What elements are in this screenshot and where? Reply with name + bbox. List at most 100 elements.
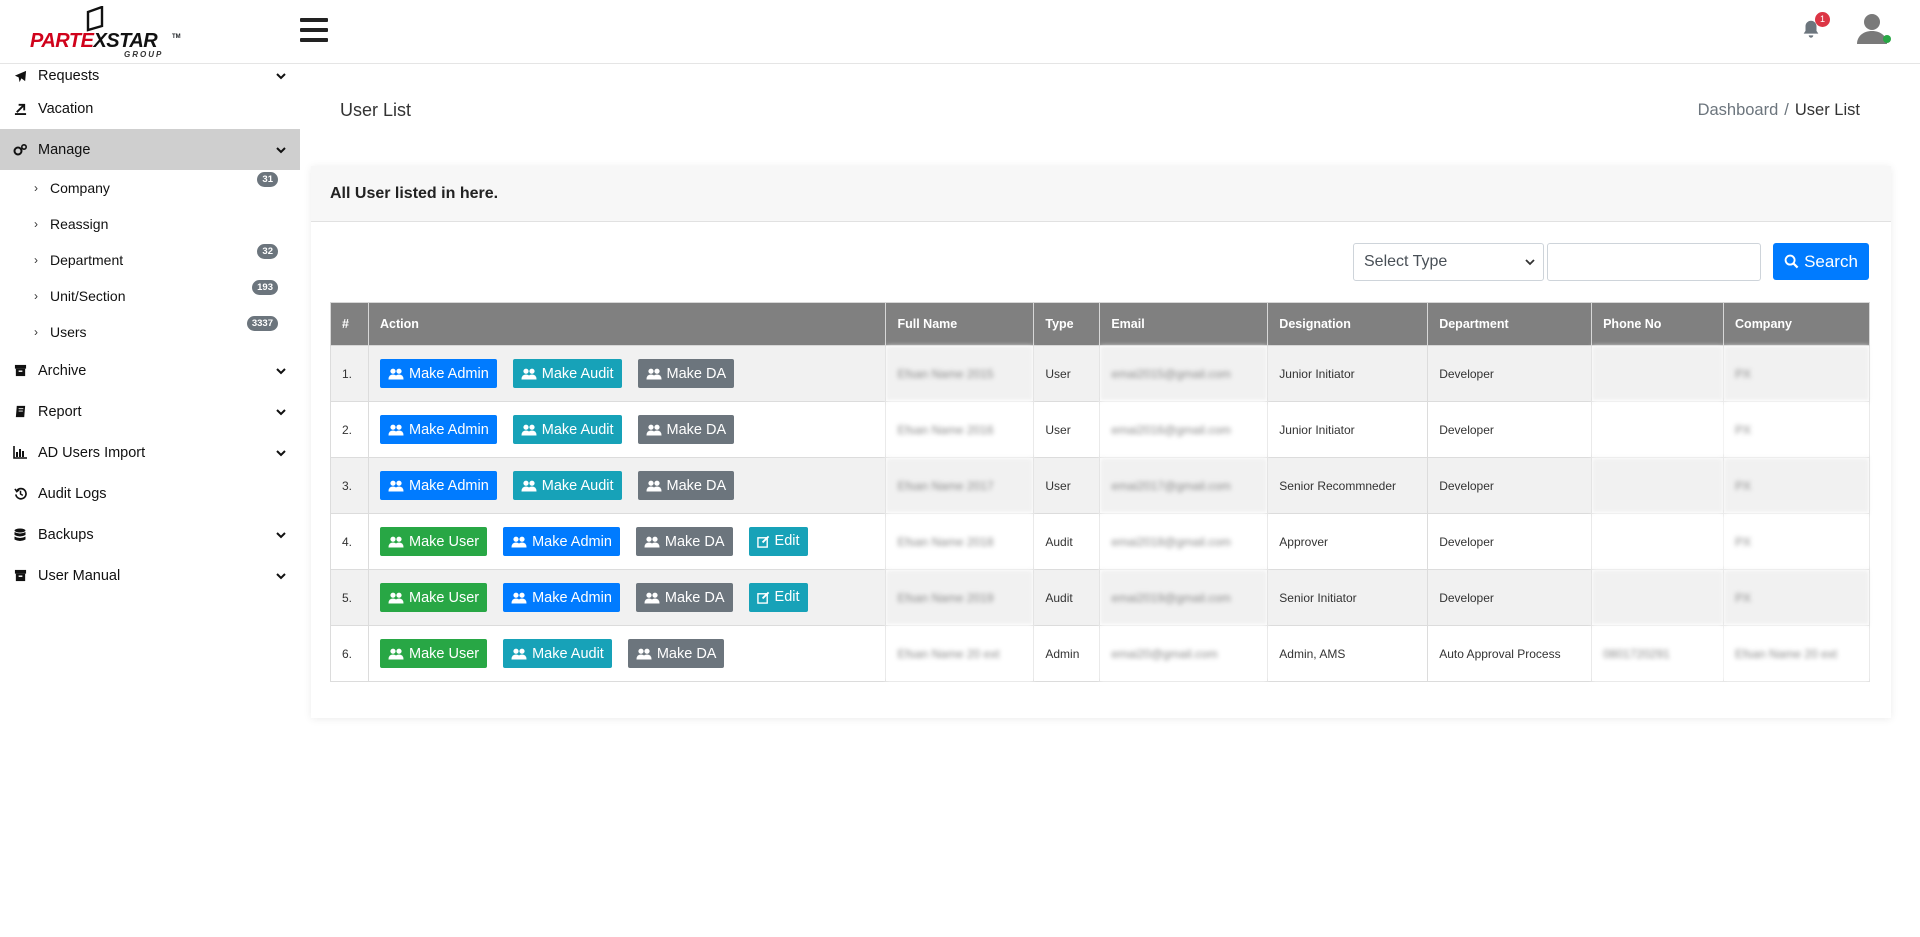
chevron-right-icon: › <box>34 181 38 195</box>
history-icon <box>12 487 28 501</box>
make-audit-button[interactable]: Make Audit <box>512 415 622 444</box>
full-name-cell: Efsan Name 20 ext <box>885 625 1035 682</box>
card-header: All User listed in here. <box>311 166 1891 222</box>
make-user-button[interactable]: Make User <box>379 583 488 613</box>
column-header[interactable]: # <box>330 302 369 346</box>
archive-icon <box>12 364 28 378</box>
designation-cell: Senior Initiator <box>1267 569 1429 626</box>
edit-icon <box>756 535 769 548</box>
users-icon <box>521 424 537 435</box>
sidebar-item-requests[interactable]: Requests <box>0 64 300 88</box>
users-icon <box>646 480 662 491</box>
button-label: Make User <box>408 589 480 606</box>
make-user-button[interactable]: Make User <box>379 527 488 557</box>
department-cell: Developer <box>1427 513 1593 570</box>
search-input[interactable] <box>1547 243 1761 281</box>
chevron-down-icon <box>276 572 286 579</box>
designation-cell: Admin, AMS <box>1267 625 1429 682</box>
make-da-button[interactable]: Make DA <box>627 639 725 668</box>
make-da-button[interactable]: Make DA <box>635 527 733 557</box>
phone-cell <box>1591 345 1725 402</box>
users-icon <box>511 536 527 548</box>
button-label: Make DA <box>656 645 717 662</box>
sidebar-item-manage[interactable]: Manage <box>0 129 300 170</box>
sidebar-item-label: Vacation <box>38 100 94 117</box>
sidebar-subitem-company[interactable]: › Company 31 <box>0 170 300 206</box>
row-number: 6. <box>330 625 369 682</box>
partexstar-logo[interactable]: PARTEXSTAR TM GROUP <box>30 6 181 60</box>
sidebar-item-backups[interactable]: Backups <box>0 514 300 555</box>
make-admin-button[interactable]: Make Admin <box>379 359 497 388</box>
sidebar-item-user-manual[interactable]: User Manual <box>0 555 300 596</box>
column-header[interactable]: Designation <box>1267 302 1429 346</box>
button-label: Make User <box>408 533 480 550</box>
phone-cell <box>1591 569 1725 626</box>
make-da-button[interactable]: Make DA <box>637 471 735 500</box>
users-icon <box>636 648 652 659</box>
make-da-button[interactable]: Make DA <box>635 583 733 613</box>
sidebar-subitem-department[interactable]: › Department 32 <box>0 242 300 278</box>
make-admin-button[interactable]: Make Admin <box>379 471 497 500</box>
search-button[interactable]: Search <box>1773 243 1869 280</box>
menu-toggle-icon[interactable] <box>300 18 328 44</box>
department-cell: Developer <box>1427 401 1593 458</box>
row-number: 1. <box>330 345 369 402</box>
designation-cell: Senior Recommneder <box>1267 457 1429 514</box>
make-audit-button[interactable]: Make Audit <box>503 639 612 668</box>
chevron-down-icon <box>276 449 286 456</box>
sidebar-item-report[interactable]: Report <box>0 391 300 432</box>
users-icon <box>511 592 527 604</box>
chevron-down-icon <box>276 367 286 374</box>
chevron-down-icon <box>276 73 286 80</box>
notification-badge: 1 <box>1815 12 1830 27</box>
company-cell: PX <box>1723 569 1870 626</box>
column-header[interactable]: Email <box>1099 302 1269 346</box>
logo-tm: TM <box>172 34 181 40</box>
sidebar-subitem-label: Company <box>50 180 110 196</box>
column-header[interactable]: Full Name <box>885 302 1035 346</box>
sidebar-subitem-reassign[interactable]: › Reassign <box>0 206 300 242</box>
column-header[interactable]: Action <box>367 302 887 346</box>
users-icon <box>644 536 660 548</box>
action-cell: Make Admin Make Audit Make DA <box>367 457 887 514</box>
type-cell: User <box>1033 345 1101 402</box>
make-audit-button[interactable]: Make Audit <box>512 359 622 388</box>
type-cell: User <box>1033 457 1101 514</box>
sidebar-subitem-users[interactable]: › Users 3337 <box>0 314 300 350</box>
phone-cell <box>1591 401 1725 458</box>
edit-button[interactable]: Edit <box>748 526 808 556</box>
chevron-right-icon: › <box>34 253 38 267</box>
make-admin-button[interactable]: Make Admin <box>503 527 620 557</box>
sidebar-item-vacation[interactable]: Vacation <box>0 88 300 129</box>
column-header[interactable]: Phone No <box>1591 302 1725 346</box>
sidebar-subitem-label: Unit/Section <box>50 288 126 304</box>
chevron-right-icon: › <box>34 289 38 303</box>
type-select[interactable]: Select Type <box>1353 243 1544 281</box>
sidebar-item-label: Manage <box>38 141 91 158</box>
cogs-icon <box>12 143 28 157</box>
make-user-button[interactable]: Make User <box>379 639 488 668</box>
breadcrumb-dashboard-link[interactable]: Dashboard <box>1698 101 1779 119</box>
column-header[interactable]: Company <box>1723 302 1870 346</box>
chevron-right-icon: › <box>34 325 38 339</box>
count-badge: 193 <box>252 280 278 295</box>
sidebar-subitem-unit-section[interactable]: › Unit/Section 193 <box>0 278 300 314</box>
make-da-button[interactable]: Make DA <box>637 415 735 444</box>
sidebar-item-ad-users-import[interactable]: AD Users Import <box>0 432 300 473</box>
make-da-button[interactable]: Make DA <box>637 359 735 388</box>
action-cell: Make User Make Audit Make DA <box>367 625 887 682</box>
search-icon <box>1784 254 1799 269</box>
type-cell: Admin <box>1033 625 1101 682</box>
sidebar-item-archive[interactable]: Archive <box>0 350 300 391</box>
edit-button[interactable]: Edit <box>748 582 808 612</box>
make-admin-button[interactable]: Make Admin <box>379 415 497 444</box>
button-label: Make Audit <box>541 365 614 382</box>
make-admin-button[interactable]: Make Admin <box>503 583 620 613</box>
make-audit-button[interactable]: Make Audit <box>512 471 622 500</box>
type-cell: Audit <box>1033 513 1101 570</box>
row-number: 3. <box>330 457 369 514</box>
sidebar-item-audit-logs[interactable]: Audit Logs <box>0 473 300 514</box>
column-header[interactable]: Department <box>1427 302 1593 346</box>
column-header[interactable]: Type <box>1033 302 1101 346</box>
button-label: Make DA <box>666 421 727 438</box>
